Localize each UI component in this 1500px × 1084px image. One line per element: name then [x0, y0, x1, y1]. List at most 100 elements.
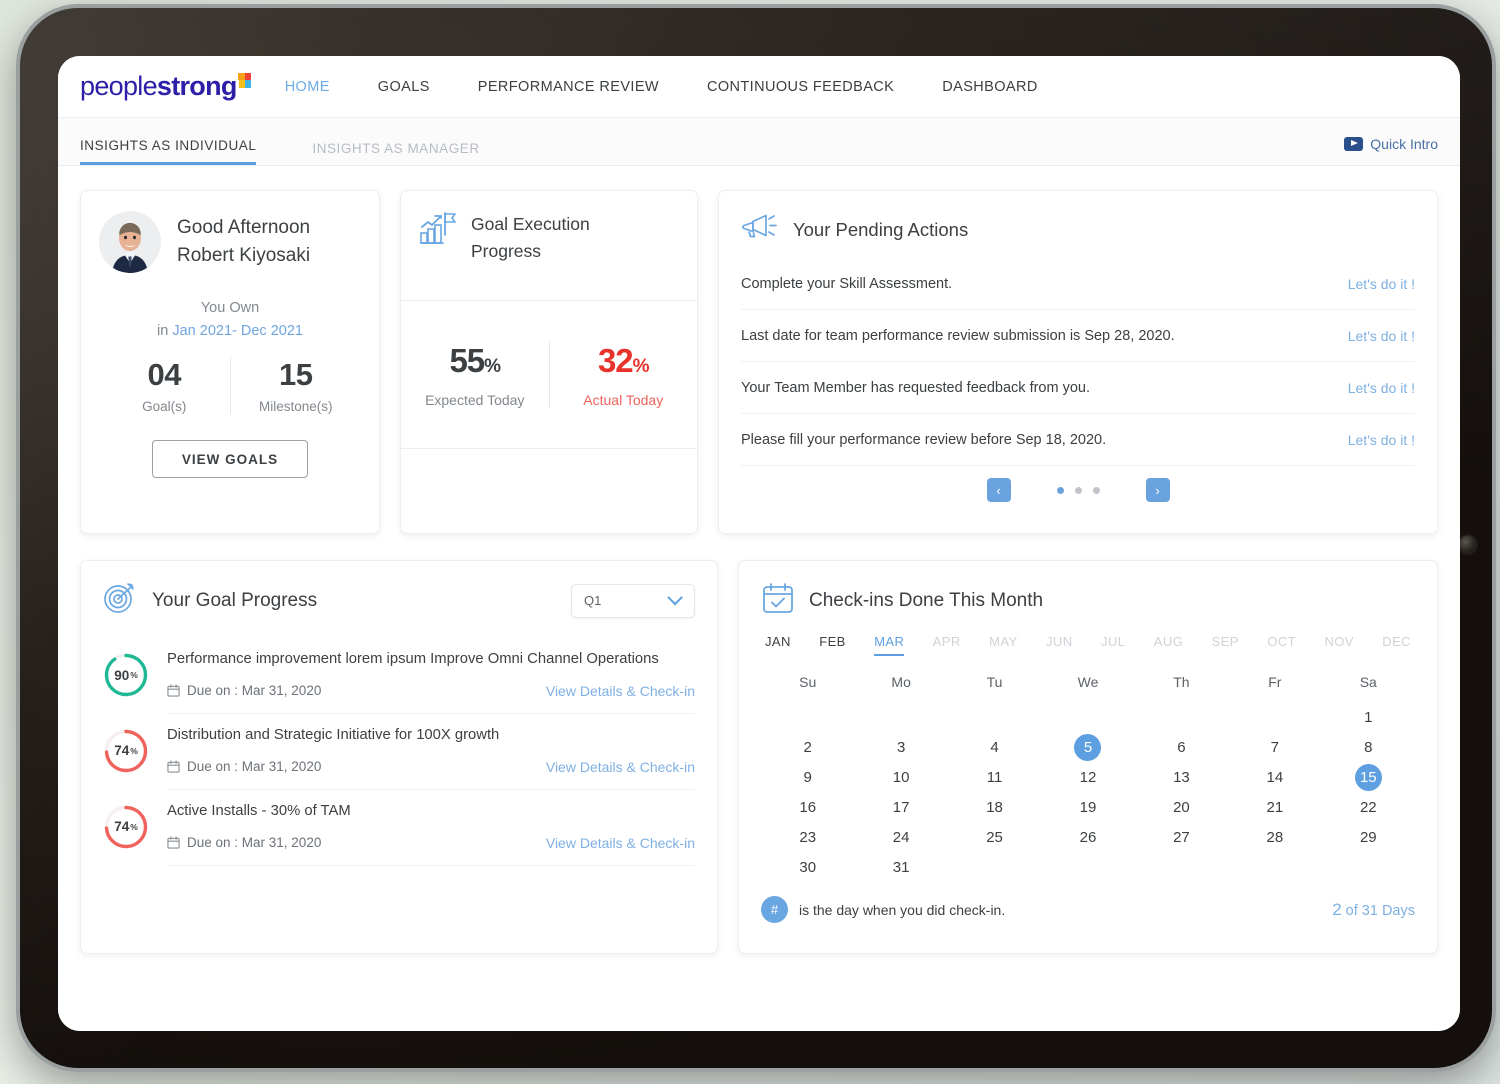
calendar-small-icon — [167, 836, 180, 850]
quick-intro-label: Quick Intro — [1370, 136, 1438, 152]
pending-action-link[interactable]: Let's do it ! — [1348, 380, 1415, 396]
pending-action-row: Please fill your performance review befo… — [741, 414, 1415, 466]
calendar-day[interactable]: 4 — [948, 732, 1041, 762]
calendar-day[interactable]: 7 — [1228, 732, 1321, 762]
month-tab-dec[interactable]: DEC — [1382, 634, 1411, 656]
month-tab-apr[interactable]: APR — [933, 634, 961, 656]
calendar-day[interactable]: 23 — [761, 822, 854, 852]
calendar-days-grid: 1 2 3 4 5 6 7 8 9 10 11 12 13 14 15 16 17 18 19 20 21 22 23 24 2… — [761, 702, 1415, 882]
calendar-day-number: 4 — [990, 738, 999, 756]
calendar-day[interactable]: 21 — [1228, 792, 1321, 822]
carousel-dot[interactable] — [1074, 486, 1082, 494]
calendar-day-number: 24 — [892, 828, 910, 846]
camera-lens-icon — [1459, 536, 1476, 553]
calendar-day-number: 13 — [1173, 768, 1190, 786]
calendar-day[interactable]: 11 — [948, 762, 1041, 792]
month-tab-jul[interactable]: JUL — [1101, 634, 1125, 656]
tablet-frame: people strong HOME GOALS PERFORMANCE REV… — [16, 4, 1496, 1072]
month-tab-feb[interactable]: FEB — [819, 634, 845, 656]
nav-item-home[interactable]: HOME — [285, 79, 330, 95]
pending-action-link[interactable]: Let's do it ! — [1348, 276, 1415, 292]
quick-intro-button[interactable]: Quick Intro — [1344, 136, 1438, 152]
calendar-day[interactable]: 9 — [761, 762, 854, 792]
month-tab-mar[interactable]: MAR — [874, 634, 905, 656]
calendar-day[interactable]: 10 — [854, 762, 947, 792]
nav-item-dashboard[interactable]: DASHBOARD — [942, 79, 1037, 95]
calendar-day[interactable]: 16 — [761, 792, 854, 822]
calendar-day[interactable]: 27 — [1135, 822, 1228, 852]
goal-item-link[interactable]: View Details & Check-in — [546, 835, 695, 851]
pending-actions-pager: ‹ › — [741, 478, 1415, 502]
month-tab-nov[interactable]: NOV — [1324, 634, 1353, 656]
quarter-select[interactable]: Q1 — [571, 583, 695, 618]
calendar-day[interactable]: 1 — [1322, 702, 1415, 732]
calendar-day[interactable]: 3 — [854, 732, 947, 762]
calendar-day[interactable]: 17 — [854, 792, 947, 822]
goal-list-divider — [167, 864, 695, 866]
pending-action-link[interactable]: Let's do it ! — [1348, 432, 1415, 448]
goal-progress-ring: 90% — [103, 652, 149, 698]
nav-item-continuous-feedback[interactable]: CONTINUOUS FEEDBACK — [707, 79, 894, 95]
calendar-day[interactable]: 25 — [948, 822, 1041, 852]
goal-item-link[interactable]: View Details & Check-in — [546, 683, 695, 699]
calendar-day[interactable]: 13 — [1135, 762, 1228, 792]
checkin-legend-badge: # — [761, 896, 788, 923]
goal-item-title: Active Installs - 30% of TAM — [167, 802, 351, 819]
month-tab-jun[interactable]: JUN — [1046, 634, 1072, 656]
carousel-dot[interactable] — [1092, 486, 1100, 494]
goal-progress-card: Your Goal Progress Q1 90 % Performance i… — [80, 560, 718, 954]
period-range[interactable]: Jan 2021- Dec 2021 — [172, 323, 303, 339]
calendar-day[interactable]: 30 — [761, 852, 854, 882]
goal-item-meta: Due on : Mar 31, 2020 View Details & Che… — [167, 759, 695, 775]
calendar-day-number: 11 — [986, 768, 1003, 786]
calendar-day-blank — [948, 702, 1041, 732]
logo-text-bold: strong — [156, 71, 237, 101]
calendar-day[interactable]: 18 — [948, 792, 1041, 822]
month-tab-may[interactable]: MAY — [989, 634, 1017, 656]
calendar-day[interactable]: 26 — [1041, 822, 1134, 852]
peoplestrong-logo[interactable]: people strong — [80, 71, 251, 102]
calendar-small-icon — [167, 760, 180, 774]
calendar-day[interactable]: 22 — [1322, 792, 1415, 822]
month-tab-sep[interactable]: SEP — [1212, 634, 1239, 656]
dashboard-board: Good Afternoon Robert Kiyosaki You Own i… — [58, 166, 1460, 1031]
month-tab-aug[interactable]: AUG — [1154, 634, 1183, 656]
goal-item-link[interactable]: View Details & Check-in — [546, 759, 695, 775]
calendar-day[interactable]: 19 — [1041, 792, 1134, 822]
tab-insights-as-individual[interactable]: INSIGHTS AS INDIVIDUAL — [80, 138, 257, 165]
greeting-card: Good Afternoon Robert Kiyosaki You Own i… — [80, 190, 380, 534]
carousel-dot[interactable] — [1056, 486, 1064, 494]
insights-tab-bar: INSIGHTS AS INDIVIDUAL INSIGHTS AS MANAG… — [58, 118, 1460, 166]
calendar-day[interactable]: 28 — [1228, 822, 1321, 852]
expected-today-value-wrap: 55% — [401, 342, 549, 380]
goal-item-meta: Due on : Mar 31, 2020 View Details & Che… — [167, 835, 695, 851]
carousel-next-button[interactable]: › — [1145, 478, 1170, 502]
calendar-day-checked[interactable]: 15 — [1322, 762, 1415, 792]
weekday-mo: Mo — [891, 674, 911, 690]
goal-list-item: 74% Active Installs - 30% of TAM Due on … — [103, 790, 695, 865]
calendar-day[interactable]: 29 — [1322, 822, 1415, 852]
calendar-day[interactable]: 20 — [1135, 792, 1228, 822]
calendar-day[interactable]: 8 — [1322, 732, 1415, 762]
calendar-day[interactable]: 2 — [761, 732, 854, 762]
target-dart-icon — [103, 581, 139, 620]
calendar-day[interactable]: 24 — [854, 822, 947, 852]
month-tab-jan[interactable]: JAN — [765, 634, 791, 656]
pending-action-link[interactable]: Let's do it ! — [1348, 328, 1415, 344]
month-tab-oct[interactable]: OCT — [1267, 634, 1296, 656]
calendar-day[interactable]: 14 — [1228, 762, 1321, 792]
calendar-day[interactable]: 12 — [1041, 762, 1134, 792]
goal-progress-ring-value: 74% — [103, 728, 149, 774]
carousel-prev-button[interactable]: ‹ — [986, 478, 1011, 502]
calendar-day-number: 29 — [1359, 828, 1377, 846]
goal-list-item: 90% Performance improvement lorem ipsum … — [103, 638, 695, 713]
calendar-day[interactable]: 31 — [854, 852, 947, 882]
nav-item-goals[interactable]: GOALS — [378, 79, 430, 95]
calendar-day[interactable]: 6 — [1135, 732, 1228, 762]
goal-execution-title: Goal Execution Progress — [471, 211, 590, 265]
ring-percent: 74 — [114, 819, 130, 835]
nav-item-performance-review[interactable]: PERFORMANCE REVIEW — [478, 79, 659, 95]
view-goals-button[interactable]: VIEW GOALS — [152, 440, 308, 478]
tab-insights-as-manager[interactable]: INSIGHTS AS MANAGER — [312, 141, 479, 165]
calendar-day-checked[interactable]: 5 — [1041, 732, 1134, 762]
